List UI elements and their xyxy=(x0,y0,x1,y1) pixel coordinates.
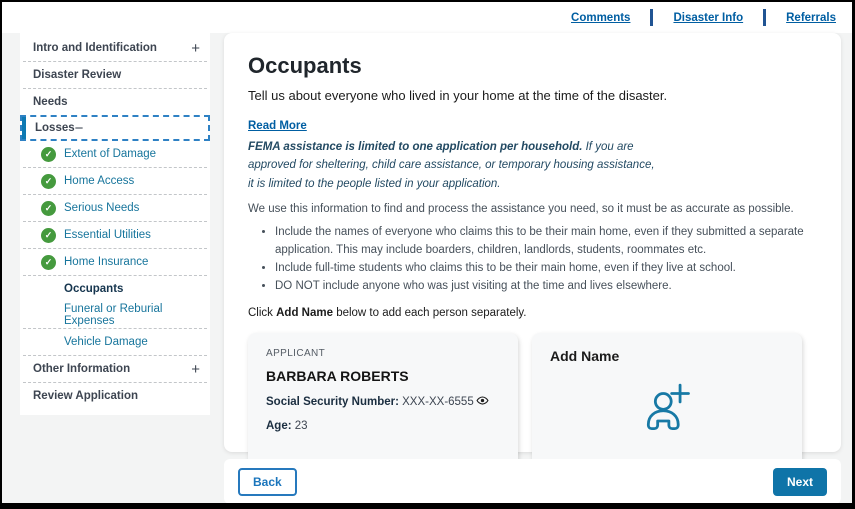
show-ssn-eye-icon[interactable] xyxy=(476,396,489,410)
list-item: Include the names of everyone who claims… xyxy=(275,224,817,260)
add-person-icon xyxy=(639,379,695,440)
fema-note-line1: FEMA assistance is limited to one applic… xyxy=(248,138,817,156)
applicant-card: APPLICANT BARBARA ROBERTS Social Securit… xyxy=(248,333,518,468)
sidebar-item-label: Extent of Damage xyxy=(64,148,157,160)
sidebar-item-label: Disaster Review xyxy=(33,69,122,81)
back-button[interactable]: Back xyxy=(238,467,297,496)
sidebar-item-disaster-review[interactable]: Disaster Review xyxy=(20,62,210,88)
sidebar-item-label: Other Information xyxy=(33,363,131,375)
plus-icon[interactable]: + xyxy=(191,362,200,377)
sidebar-item-label: Home Insurance xyxy=(64,256,149,268)
top-nav: Comments Disaster Info Referrals xyxy=(2,2,852,33)
sidebar-item-label: Funeral or Reburial Expenses xyxy=(64,303,163,327)
sidebar-item-label: Home Access xyxy=(64,175,135,187)
sidebar-item-essential-utilities[interactable]: ✓ Essential Utilities xyxy=(20,222,210,248)
age-value: 23 xyxy=(291,420,308,433)
plus-icon[interactable]: + xyxy=(191,41,200,56)
sidebar-item-label: Intro and Identification xyxy=(33,42,157,54)
application-steps-sidebar: Intro and Identification + Disaster Revi… xyxy=(20,32,210,415)
next-button[interactable]: Next xyxy=(772,467,827,496)
comments-link[interactable]: Comments xyxy=(571,12,630,24)
check-circle-icon: ✓ xyxy=(41,200,56,216)
list-item: DO NOT include anyone who was just visit… xyxy=(275,278,817,296)
referrals-link[interactable]: Referrals xyxy=(786,12,836,24)
disaster-info-link[interactable]: Disaster Info xyxy=(673,12,743,24)
active-section-bar xyxy=(22,117,26,139)
sidebar-item-other-information[interactable]: Other Information + xyxy=(20,356,210,382)
add-name-card[interactable]: Add Name xyxy=(532,333,802,468)
fema-note-line3: it is limited to the people listed in yo… xyxy=(248,177,501,190)
sidebar-item-intro-and-identification[interactable]: Intro and Identification + xyxy=(20,35,210,61)
page-subtitle: Tell us about everyone who lived in your… xyxy=(248,88,668,103)
minus-icon[interactable]: − xyxy=(75,121,84,136)
check-circle-icon: ✓ xyxy=(41,146,56,162)
sidebar-item-needs[interactable]: Needs xyxy=(20,89,210,115)
check-circle-icon: ✓ xyxy=(41,173,56,189)
sidebar-item-funeral-or-reburial-expenses[interactable]: Funeral or Reburial Expenses xyxy=(20,302,210,328)
applicant-role-label: APPLICANT xyxy=(266,348,326,360)
occupant-cards: APPLICANT BARBARA ROBERTS Social Securit… xyxy=(248,333,817,468)
list-item: Include full-time students who claims th… xyxy=(275,260,817,278)
page-title: Occupants xyxy=(248,53,362,78)
applicant-ssn: Social Security Number: XXX-XX-6555 xyxy=(266,394,500,410)
add-name-label: Add Name xyxy=(550,348,620,365)
age-label: Age: xyxy=(266,420,292,433)
sidebar-item-label: Losses xyxy=(35,122,75,134)
sidebar-item-label: Essential Utilities xyxy=(64,229,151,241)
sidebar-item-vehicle-damage[interactable]: Vehicle Damage xyxy=(20,329,210,355)
fema-note-line2: approved for sheltering, child care assi… xyxy=(248,159,655,172)
sidebar-item-label: Occupants xyxy=(64,283,124,295)
sidebar-item-label: Serious Needs xyxy=(64,202,140,214)
sidebar-item-label: Vehicle Damage xyxy=(64,336,148,348)
add-name-instruction: Click Add Name below to add each person … xyxy=(248,307,817,319)
sidebar-item-label: Review Application xyxy=(33,390,139,402)
fema-limit-note: FEMA assistance is limited to one applic… xyxy=(248,138,817,193)
fema-note-bold: FEMA assistance is limited to one applic… xyxy=(248,141,583,153)
sidebar-item-home-access[interactable]: ✓ Home Access xyxy=(20,168,210,194)
read-more-link[interactable]: Read More xyxy=(248,120,307,132)
sidebar-item-losses-active[interactable]: Losses − xyxy=(20,115,210,141)
link-divider xyxy=(650,9,654,26)
sidebar-item-extent-of-damage[interactable]: ✓ Extent of Damage xyxy=(20,141,210,167)
instruction-prefix: Click xyxy=(248,307,277,320)
ssn-value: XXX-XX-6555 xyxy=(398,396,474,409)
sidebar-item-occupants-current[interactable]: Occupants xyxy=(20,276,210,302)
instruction-suffix: below to add each person separately. xyxy=(333,307,527,320)
fema-note-line1-rest: If you are xyxy=(582,141,634,153)
check-circle-icon: ✓ xyxy=(41,254,56,270)
ssn-label: Social Security Number: xyxy=(266,396,399,409)
check-circle-icon: ✓ xyxy=(41,227,56,243)
applicant-age: Age: 23 xyxy=(266,420,500,432)
link-divider xyxy=(763,9,767,26)
sidebar-item-home-insurance[interactable]: ✓ Home Insurance xyxy=(20,249,210,275)
instruction-bold: Add Name xyxy=(276,307,333,320)
sidebar-item-review-application[interactable]: Review Application xyxy=(20,383,210,409)
sidebar-item-serious-needs[interactable]: ✓ Serious Needs xyxy=(20,195,210,221)
occupant-rules-list: Include the names of everyone who claims… xyxy=(275,224,817,295)
occupants-panel: Occupants Tell us about everyone who liv… xyxy=(224,33,841,468)
app-window: Comments Disaster Info Referrals Intro a… xyxy=(0,0,855,509)
sidebar-item-label: Needs xyxy=(33,96,68,108)
applicant-name: BARBARA ROBERTS xyxy=(266,368,409,385)
accuracy-note: We use this information to find and proc… xyxy=(248,203,794,216)
navigation-footer: Back Next xyxy=(224,459,841,503)
